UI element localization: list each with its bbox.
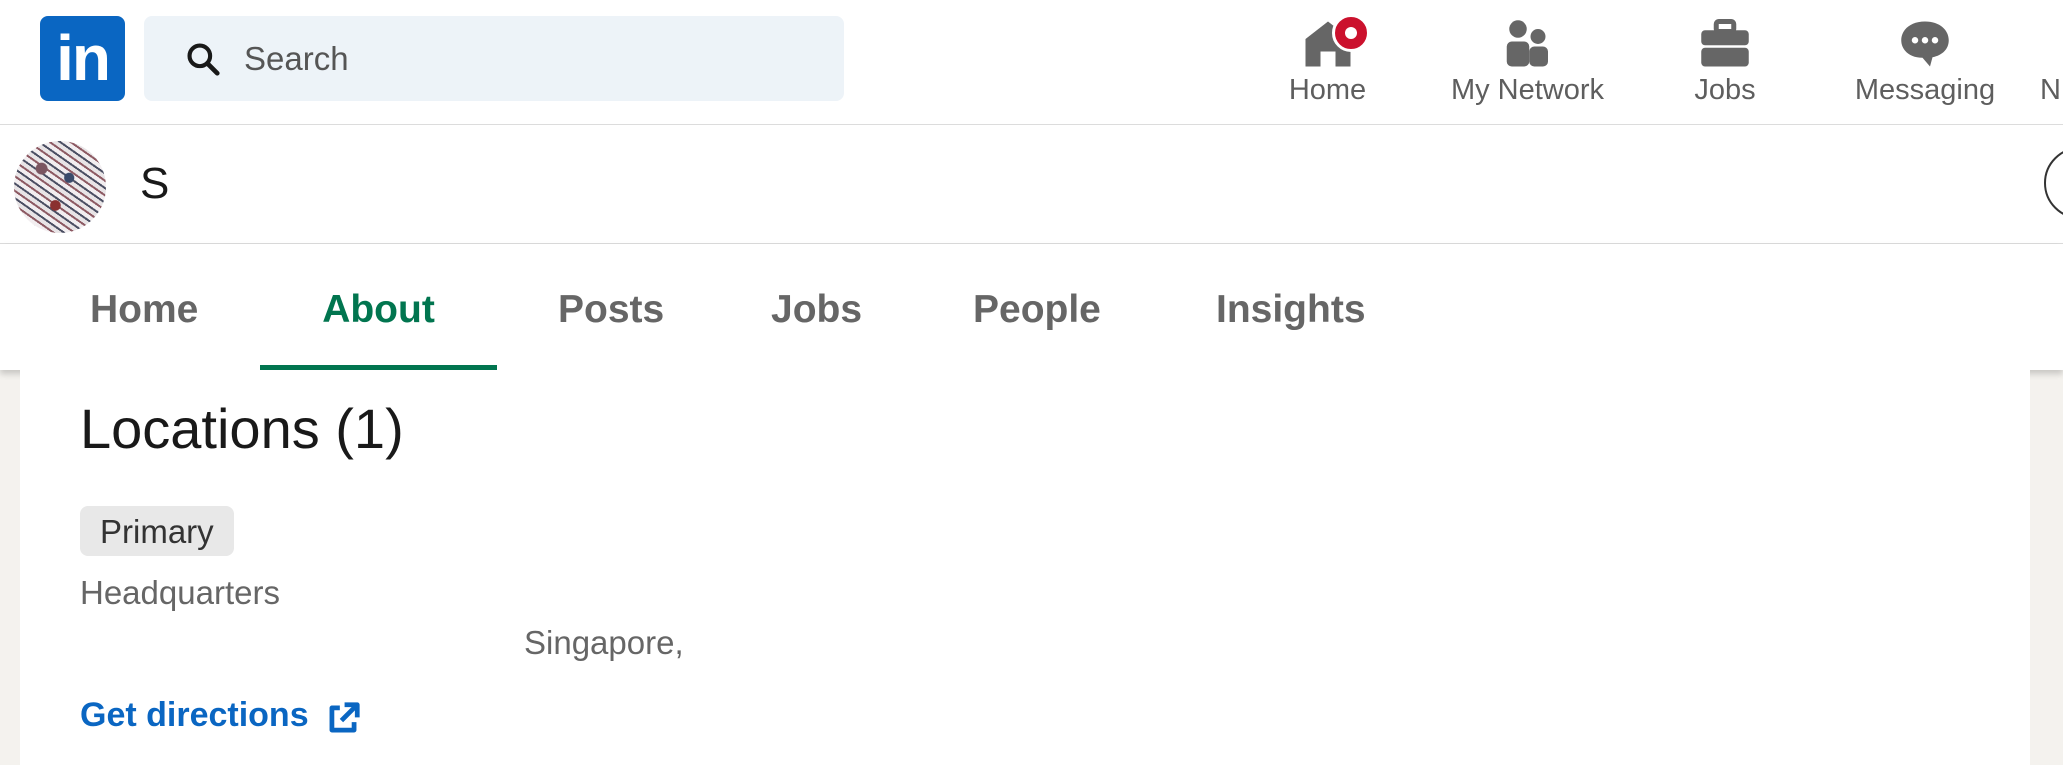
external-link-icon[interactable] (324, 700, 362, 738)
notification-badge (1332, 14, 1371, 52)
tab-posts[interactable]: Posts (558, 244, 664, 370)
company-name: S (140, 159, 170, 208)
nav-home-label: Home (1288, 74, 1367, 106)
tab-home-label: Home (90, 288, 199, 331)
tab-home[interactable]: Home (90, 244, 198, 370)
global-nav: in Search Home My Network Jobs Messaging… (0, 0, 2063, 125)
nav-my-network-label: My Network (1450, 74, 1605, 106)
linkedin-logo[interactable]: in (40, 16, 125, 101)
messaging-icon (1901, 21, 1949, 67)
locations-card: Locations (1) Primary Headquarters Singa… (20, 370, 2030, 765)
tab-insights-label: Insights (1216, 288, 1366, 331)
search-icon (187, 43, 220, 76)
nav-notifications[interactable]: N (2040, 10, 2063, 122)
locations-title: Locations (1) (80, 397, 404, 460)
briefcase-icon (1701, 19, 1749, 67)
nav-messaging-label: Messaging (1854, 74, 1996, 106)
nav-jobs[interactable]: Jobs (1680, 10, 1770, 122)
location-address: Singapore, (524, 624, 684, 661)
page-tabs: Home About Posts Jobs People Insights (0, 244, 2063, 370)
get-directions-link[interactable]: Get directions (80, 696, 309, 735)
tab-about[interactable]: About (260, 244, 497, 370)
network-icon (1506, 20, 1548, 67)
tab-jobs[interactable]: Jobs (771, 244, 862, 370)
company-header: S (0, 125, 2063, 244)
company-logo[interactable] (14, 141, 106, 233)
nav-home[interactable]: Home (1270, 10, 1385, 122)
tab-jobs-label: Jobs (771, 288, 863, 331)
nav-jobs-label: Jobs (1694, 74, 1756, 106)
search-input[interactable]: Search (244, 16, 349, 101)
nav-my-network[interactable]: My Network (1440, 10, 1615, 122)
tab-insights[interactable]: Insights (1216, 244, 1366, 370)
tab-people-label: People (973, 288, 1101, 331)
tab-people[interactable]: People (973, 244, 1101, 370)
search-box[interactable]: Search (144, 16, 844, 101)
tab-posts-label: Posts (558, 288, 665, 331)
tab-about-label: About (322, 288, 435, 331)
nav-notifications-label: N (2040, 74, 2061, 106)
more-actions-button[interactable] (2044, 147, 2063, 219)
primary-badge: Primary (80, 506, 234, 556)
location-label: Headquarters (80, 574, 280, 611)
nav-messaging[interactable]: Messaging (1850, 10, 2000, 122)
